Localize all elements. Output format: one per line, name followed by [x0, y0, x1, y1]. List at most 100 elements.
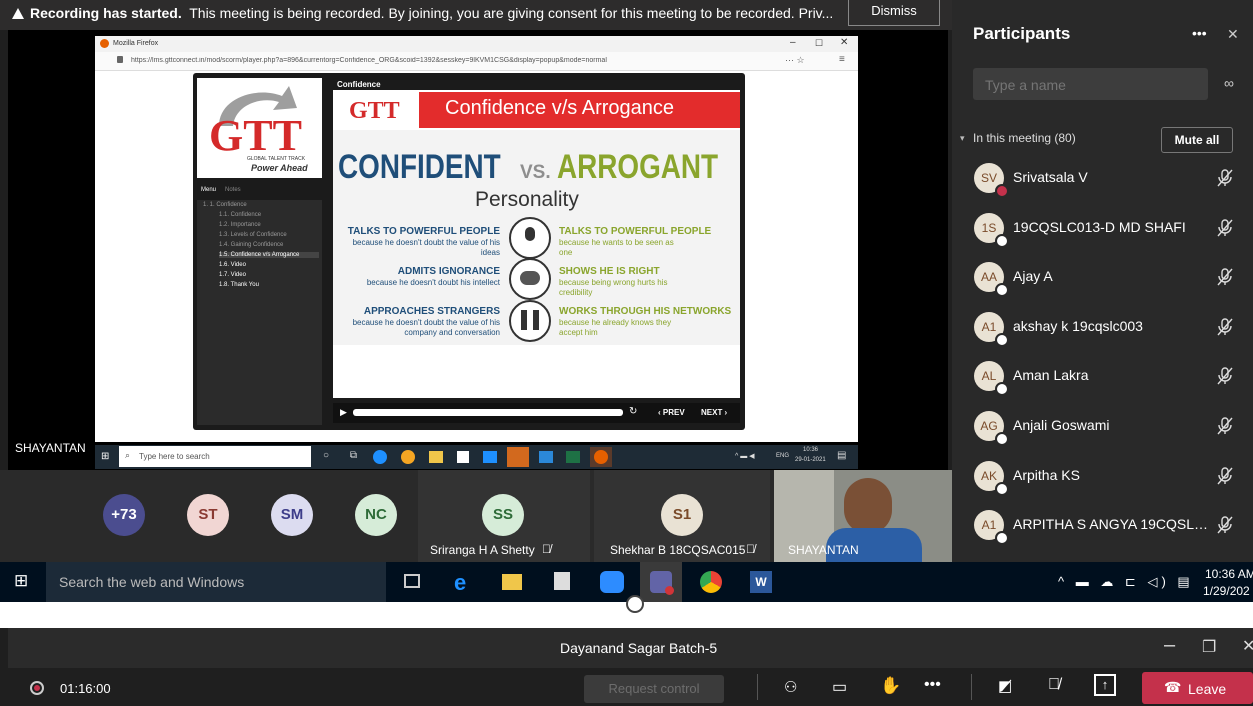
meeting-titlebar: Dayanand Sagar Batch-5 – ❐ ✕: [8, 628, 1253, 668]
brain-icon: [509, 258, 551, 300]
start-icon[interactable]: ⊞: [14, 571, 28, 591]
mic-muted-icon[interactable]: [1214, 266, 1236, 288]
tile-name: Sriranga H A Shetty: [430, 543, 535, 557]
minimize-icon[interactable]: –: [1164, 634, 1175, 657]
participant-row[interactable]: AL Aman Lakra: [952, 353, 1253, 399]
course-menu-item[interactable]: 1.2. Importance: [219, 222, 261, 228]
meeting-section-label[interactable]: In this meeting (80): [973, 131, 1076, 145]
share-invite-icon[interactable]: ∞: [1224, 75, 1234, 91]
teams-active-icon[interactable]: [640, 562, 682, 602]
participant-name: 19CQSLC013-D MD SHAFI: [1013, 218, 1186, 235]
raise-hand-icon[interactable]: ✋: [880, 676, 901, 696]
participant-row[interactable]: AG Anjali Goswami: [952, 403, 1253, 449]
participant-search[interactable]: [973, 68, 1208, 100]
player-controls: ▶ ↻ ‹ PREV NEXT ›: [333, 403, 740, 423]
browser-title: Mozilla Firefox: [113, 40, 159, 47]
mic-off-button-icon[interactable]: 🎙̸: [1048, 676, 1060, 694]
participant-row[interactable]: SV Srivatsala V: [952, 155, 1253, 201]
recording-icon: [30, 681, 44, 695]
menu-tab[interactable]: Menu: [201, 187, 216, 193]
course-menu-item[interactable]: 1.6. Video: [219, 262, 246, 268]
course-menu-item[interactable]: 1.7. Video: [219, 272, 246, 278]
file-explorer-icon[interactable]: [502, 574, 522, 590]
browser-urlbar[interactable]: https://lms.gttconnect.in/mod/scorm/play…: [95, 52, 858, 71]
mic-muted-icon[interactable]: [1214, 514, 1236, 536]
word-icon[interactable]: W: [750, 571, 772, 593]
participant-bubble[interactable]: SM: [271, 494, 313, 536]
mute-all-button[interactable]: Mute all: [1161, 127, 1233, 153]
tile-avatar: SS: [482, 494, 524, 536]
chrome-browser-icon[interactable]: [700, 571, 722, 593]
progress-bar[interactable]: [353, 409, 623, 416]
panel-close-icon[interactable]: ✕: [1227, 26, 1239, 43]
logo-line2: Power Ahead: [251, 163, 308, 173]
participant-bubble[interactable]: NC: [355, 494, 397, 536]
participant-search-input[interactable]: [983, 75, 1197, 95]
participant-row[interactable]: A1 ARPITHA S ANGYA 19CQSLC0...: [952, 502, 1253, 548]
mic-muted-icon[interactable]: [1214, 167, 1236, 189]
arrogant-trait-title: SHOWS HE IS RIGHT: [559, 266, 660, 277]
course-menu-item[interactable]: 1.5. Confidence v/s Arrogance: [219, 252, 319, 258]
edge-browser-icon[interactable]: e: [454, 570, 466, 596]
course-header: Confidence: [337, 80, 381, 89]
presenter-face: [844, 478, 892, 534]
course-menu-item[interactable]: 1.3. Levels of Confidence: [219, 232, 287, 238]
course-menu-item[interactable]: 1.1. Confidence: [219, 212, 261, 218]
course-menu-item[interactable]: 1. 1. Confidence: [203, 202, 247, 208]
course-menu-item[interactable]: 1.8. Thank You: [219, 282, 259, 288]
menu-icon[interactable]: ≡: [839, 54, 845, 65]
notes-tab[interactable]: Notes: [225, 187, 241, 193]
dismiss-button[interactable]: Dismiss: [848, 0, 940, 26]
participant-row[interactable]: AK Arpitha KS: [952, 453, 1253, 499]
taskbar-search[interactable]: Search the web and Windows: [46, 562, 386, 602]
taskbar-search-text[interactable]: Search the web and Windows: [59, 574, 244, 590]
participants-panel: Participants ••• ✕ ∞ ▾ In this meeting (…: [952, 0, 1253, 562]
course-menu-item[interactable]: 1.4. Gaining Confidence: [219, 242, 283, 248]
confident-trait-reason: because he doesn't doubt the value of hi…: [352, 238, 500, 257]
confident-trait-reason: because he doesn't doubt the value of hi…: [352, 318, 500, 337]
play-icon[interactable]: ▶: [340, 407, 347, 418]
collapse-chevron-icon[interactable]: ▾: [960, 133, 965, 144]
logo-line1: GLOBAL TALENT TRACK: [247, 156, 306, 162]
system-tray-icons[interactable]: ^ ▬ ☁ ⊏ ◁) ▤: [1058, 574, 1194, 590]
leave-button[interactable]: ☎ Leave: [1142, 672, 1253, 704]
close-icon[interactable]: ✕: [1242, 636, 1253, 656]
chrome-icon: [401, 450, 415, 464]
chat-icon[interactable]: ▭: [832, 677, 847, 697]
window-minimize-icon[interactable]: –: [790, 37, 796, 48]
reload-icon[interactable]: ↻: [629, 406, 637, 417]
next-button[interactable]: NEXT ›: [701, 408, 727, 417]
participant-tile[interactable]: SS Sriranga H A Shetty 🎙̸: [418, 470, 590, 562]
store-bag-icon[interactable]: [554, 572, 570, 590]
mic-muted-icon[interactable]: [1214, 465, 1236, 487]
request-control-button[interactable]: Request control: [584, 675, 724, 703]
prev-button[interactable]: ‹ PREV: [658, 408, 685, 417]
participant-row[interactable]: A1 akshay k 19cqslc003: [952, 304, 1253, 350]
more-icon[interactable]: ··· ☆: [785, 55, 805, 66]
presenter-video[interactable]: SHAYANTAN: [774, 470, 952, 562]
share-tray-icon[interactable]: ↑: [1094, 674, 1116, 696]
window-maximize-icon[interactable]: ☐: [815, 38, 823, 49]
headline-arrogant: ARROGANT: [557, 148, 719, 186]
confident-trait-title: ADMITS IGNORANCE: [397, 266, 500, 277]
mic-muted-icon[interactable]: [1214, 217, 1236, 239]
window-close-icon[interactable]: ✕: [840, 37, 848, 48]
participant-row[interactable]: AA Ajay A: [952, 254, 1253, 300]
mail-icon: [483, 451, 497, 463]
participant-row[interactable]: 1S 19CQSLC013-D MD SHAFI: [952, 205, 1253, 251]
participants-icon[interactable]: ⚇: [784, 678, 797, 696]
participant-bubble[interactable]: ST: [187, 494, 229, 536]
participant-bubble[interactable]: +73: [103, 494, 145, 536]
participant-tile[interactable]: S1 Shekhar B 18CQSAC015 🎙̸: [594, 470, 770, 562]
browser-url[interactable]: https://lms.gttconnect.in/mod/scorm/play…: [131, 57, 771, 64]
more-actions-icon[interactable]: •••: [924, 676, 941, 694]
mic-muted-icon[interactable]: [1214, 365, 1236, 387]
task-view-icon[interactable]: [404, 574, 420, 588]
restore-icon[interactable]: ❐: [1202, 637, 1216, 657]
mic-muted-icon[interactable]: [1214, 316, 1236, 338]
camera-off-icon[interactable]: ◩̸: [998, 677, 1012, 695]
panel-more-icon[interactable]: •••: [1192, 25, 1207, 41]
presence-dot: [995, 332, 1009, 347]
mic-muted-icon[interactable]: [1214, 415, 1236, 437]
zoom-icon[interactable]: [600, 571, 624, 593]
